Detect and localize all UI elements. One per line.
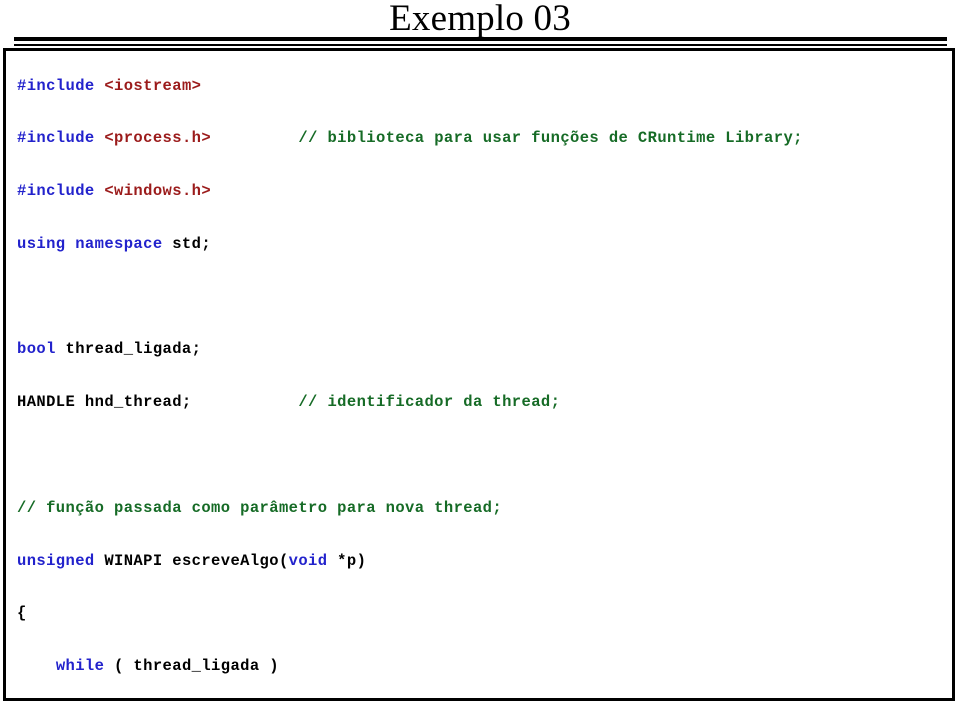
code-token-com: // função passada como parâmetro para no… [17, 498, 503, 517]
divider-line-thick [14, 37, 947, 41]
code-line: // função passada como parâmetro para no… [17, 495, 948, 521]
code-token-kw: void [288, 551, 328, 570]
code-token-kw: while [55, 657, 105, 676]
code-token-plain: WINAPI escreveAlgo( [94, 551, 289, 570]
title-area: Exemplo 03 [0, 0, 960, 38]
code-token-kw: bool [17, 340, 56, 359]
slide-canvas: Exemplo 03 #include <iostream> #include … [0, 0, 960, 710]
code-listing: #include <iostream> #include <process.h>… [17, 73, 948, 699]
code-line: bool thread_ligada; [17, 336, 948, 362]
code-line: while ( thread_ligada ) [17, 653, 948, 679]
code-token-plain: HANDLE hnd_thread; [17, 393, 192, 412]
code-line: unsigned WINAPI escreveAlgo(void *p) [17, 548, 948, 574]
code-line: using namespace std; [17, 231, 948, 257]
code-token-plain: ( thread_ligada ) [104, 657, 279, 676]
code-line: #include <iostream> [17, 73, 948, 99]
code-token-pre: #include [17, 129, 95, 148]
code-line: { [17, 600, 948, 626]
code-token-inc: <process.h> [104, 129, 212, 148]
code-token-com: // identificador da thread; [298, 393, 561, 412]
code-token-com: // biblioteca para usar funções de CRunt… [298, 129, 803, 148]
code-token-plain: std; [162, 234, 212, 253]
divider-line-thin [14, 44, 947, 46]
title-divider [14, 37, 947, 46]
code-token-kw: using namespace [17, 234, 163, 253]
code-token-pre: #include [17, 182, 95, 201]
code-line: HANDLE hnd_thread; // identificador da t… [17, 389, 948, 415]
code-token-inc: <windows.h> [104, 182, 212, 201]
code-token-plain: *p) [327, 551, 367, 570]
code-line: #include <windows.h> [17, 178, 948, 204]
code-token-inc: <iostream> [104, 76, 202, 95]
code-line: #include <process.h> // biblioteca para … [17, 125, 948, 151]
code-panel: #include <iostream> #include <process.h>… [3, 48, 955, 701]
code-token-plain: thread_ligada; [55, 340, 202, 359]
page-title: Exemplo 03 [389, 0, 571, 39]
code-token-pre: #include [17, 76, 95, 95]
code-token-plain: { [17, 604, 27, 623]
code-token-kw: unsigned [17, 551, 95, 570]
